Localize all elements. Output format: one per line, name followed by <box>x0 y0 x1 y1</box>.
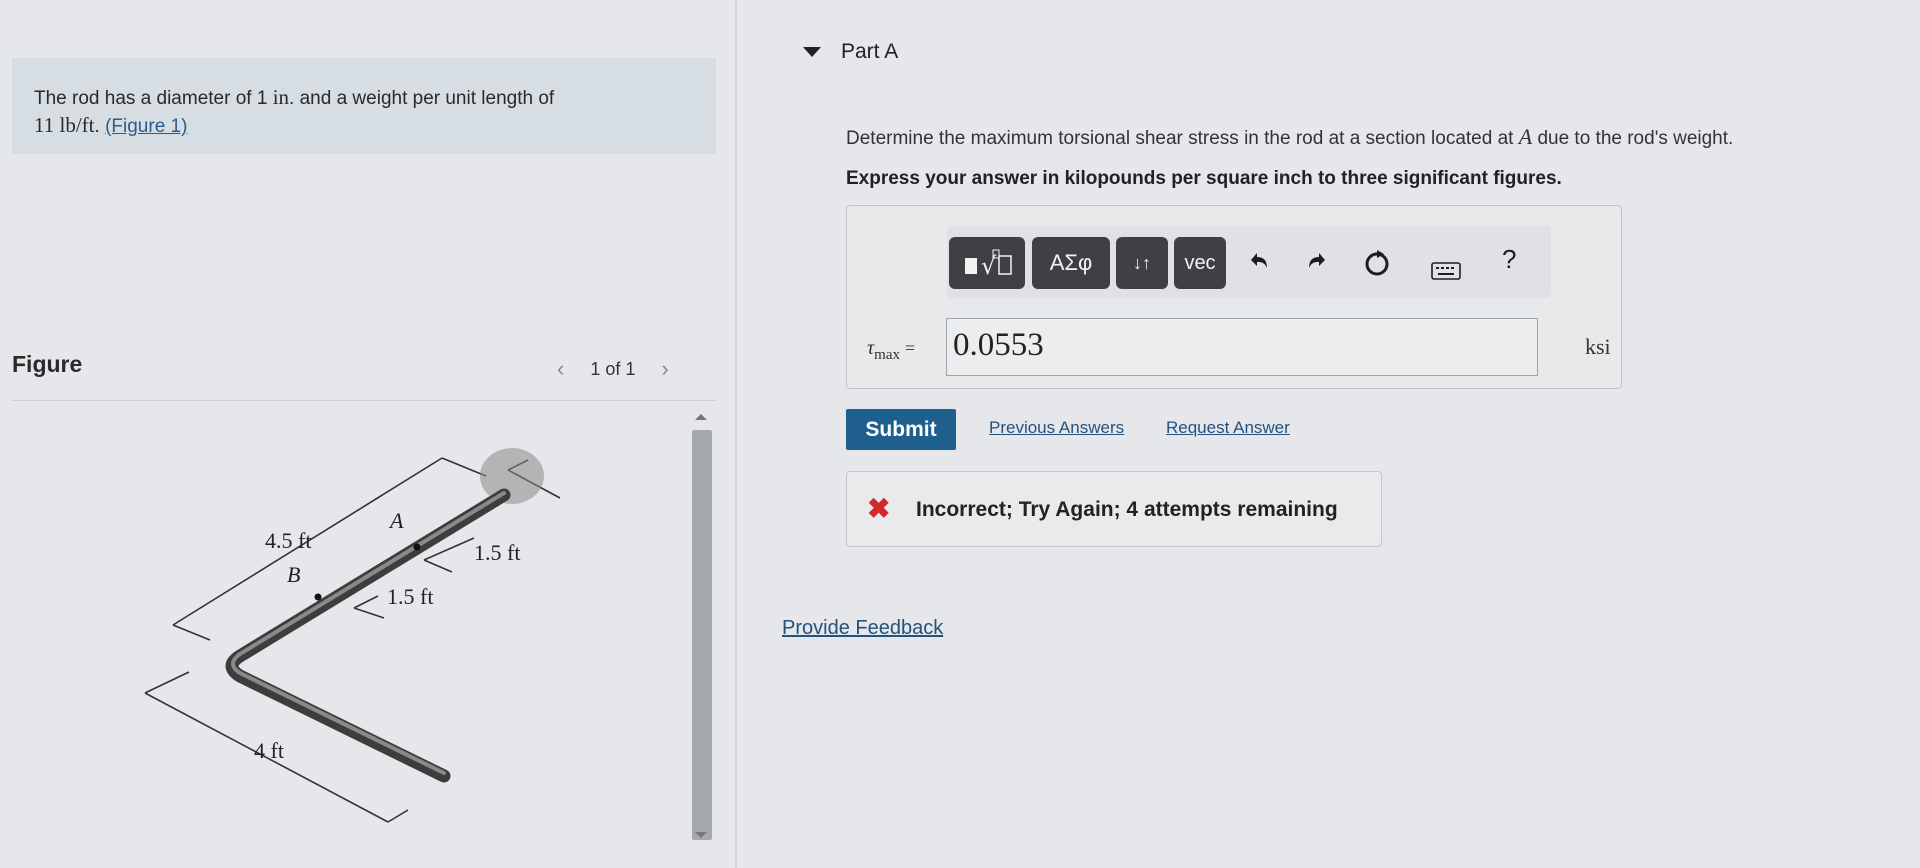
pager-text: 1 of 1 <box>590 358 636 379</box>
diameter-unit: in <box>272 85 290 109</box>
rod-figure: 4.5 ft A B 1.5 ft 1.5 ft 4 ft <box>144 448 561 823</box>
figure-scrollbar[interactable] <box>691 414 713 840</box>
tau-max-label: τmax = <box>867 337 915 364</box>
dim-label-4-5ft: 4.5 ft <box>265 528 311 553</box>
answer-input[interactable]: 0.0553 <box>946 318 1538 376</box>
collapse-caret-icon[interactable] <box>803 47 821 57</box>
equals-sign: = <box>905 338 916 358</box>
question-point: A <box>1518 124 1533 149</box>
request-answer-link[interactable]: Request Answer <box>1166 418 1290 438</box>
right-panel: Part A Determine the maximum torsional s… <box>737 0 1920 868</box>
figure-pager: ‹ 1 of 1 › <box>557 356 669 382</box>
part-header[interactable]: Part A <box>803 40 898 64</box>
figure-link[interactable]: (Figure 1) <box>105 116 187 137</box>
part-title: Part A <box>841 40 899 63</box>
provide-feedback-link[interactable]: Provide Feedback <box>782 617 943 640</box>
figure-heading: Figure <box>12 351 83 377</box>
prev-figure-icon[interactable]: ‹ <box>557 356 564 382</box>
vec-button[interactable]: vec <box>1174 237 1226 289</box>
arrows-icon[interactable]: ↓↑ <box>1116 237 1168 289</box>
svg-text:√: √ <box>981 252 997 280</box>
figure-header: Figure ‹ 1 of 1 › <box>12 348 716 401</box>
answer-box: √ ΑΣφ ↓↑ vec ? τmax = 0.0553 ksi <box>846 205 1622 389</box>
undo-icon[interactable] <box>1245 248 1273 283</box>
templates-icon[interactable]: √ <box>949 237 1025 289</box>
scroll-up-icon[interactable] <box>695 414 707 420</box>
scroll-down-icon[interactable] <box>695 832 707 838</box>
weight-unit: lb/ft <box>59 113 95 137</box>
question-text: Determine the maximum torsional shear st… <box>846 124 1733 150</box>
answer-row: τmax = 0.0553 ksi <box>867 312 1617 376</box>
next-figure-icon[interactable]: › <box>661 356 668 382</box>
dim-label-4ft: 4 ft <box>254 738 284 763</box>
problem-text-1: The rod has a diameter of 1 <box>34 88 268 109</box>
unit-label: ksi <box>1585 334 1611 359</box>
problem-statement: The rod has a diameter of 1 in. and a we… <box>12 58 716 154</box>
feedback-box: ✖ Incorrect; Try Again; 4 attempts remai… <box>846 471 1382 547</box>
point-a-label: A <box>388 508 404 533</box>
math-toolbar: √ ΑΣφ ↓↑ vec ? <box>947 226 1551 298</box>
submit-button[interactable]: Submit <box>846 409 956 450</box>
instruction-text: Express your answer in kilopounds per sq… <box>846 168 1562 189</box>
point-b-label: B <box>287 562 300 587</box>
feedback-message: Incorrect; Try Again; 4 attempts remaini… <box>916 498 1338 521</box>
previous-answers-link[interactable]: Previous Answers <box>989 418 1124 438</box>
scroll-thumb[interactable] <box>692 430 712 840</box>
problem-text-2: . and a weight per unit length of <box>289 88 555 109</box>
dim-label-1-5ft-b: 1.5 ft <box>387 584 433 609</box>
greek-symbols-button[interactable]: ΑΣφ <box>1032 237 1110 289</box>
left-panel: The rod has a diameter of 1 in. and a we… <box>0 0 735 868</box>
incorrect-x-icon: ✖ <box>867 493 891 524</box>
reset-icon[interactable] <box>1362 248 1392 285</box>
tau-subscript: max <box>874 347 900 363</box>
weight-value: 11 <box>34 113 55 137</box>
redo-icon[interactable] <box>1303 248 1331 283</box>
question-before: Determine the maximum torsional shear st… <box>846 128 1514 149</box>
help-icon[interactable]: ? <box>1502 244 1516 275</box>
dim-label-1-5ft-a: 1.5 ft <box>474 540 520 565</box>
question-after: due to the rod's weight. <box>1537 128 1734 149</box>
keyboard-icon[interactable] <box>1431 256 1461 288</box>
